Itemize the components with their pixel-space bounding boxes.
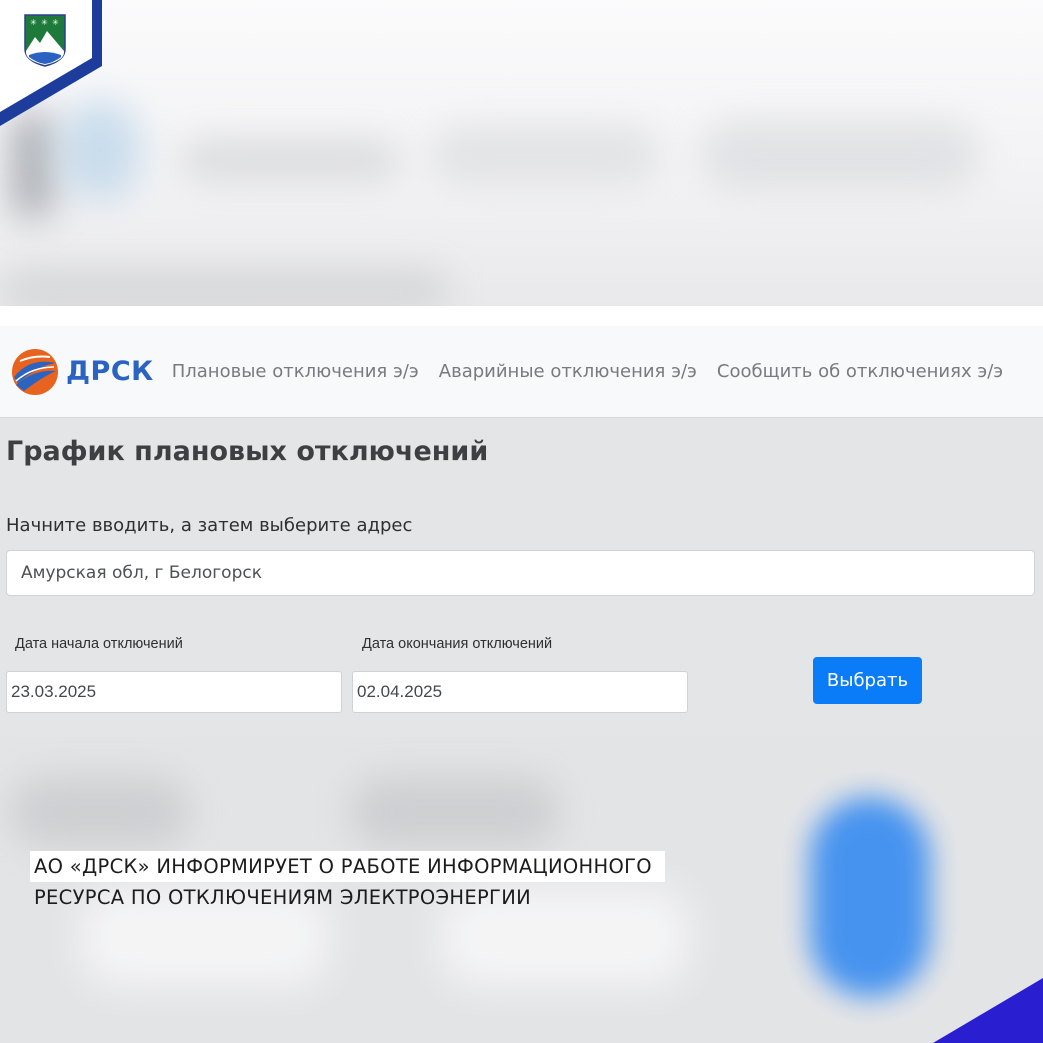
svg-text:✳: ✳ bbox=[52, 18, 59, 27]
address-input[interactable] bbox=[6, 550, 1035, 596]
brand-link[interactable]: ДРСК bbox=[10, 347, 154, 397]
svg-text:✳: ✳ bbox=[30, 18, 37, 27]
end-date-input[interactable] bbox=[352, 671, 688, 713]
nav-link-planned-outages[interactable]: Плановые отключения э/э bbox=[172, 361, 419, 382]
blurred-shape bbox=[430, 125, 660, 185]
blurred-shape bbox=[180, 140, 400, 180]
blurred-shape bbox=[10, 777, 190, 847]
section-divider bbox=[0, 306, 1043, 326]
blurred-shape bbox=[700, 120, 980, 190]
caption-line-1: АО «ДРСК» ИНФОРМИРУЕТ О РАБОТЕ ИНФОРМАЦИ… bbox=[30, 851, 665, 883]
corner-triangle-decoration bbox=[933, 978, 1043, 1043]
announcement-caption: АО «ДРСК» ИНФОРМИРУЕТ О РАБОТЕ ИНФОРМАЦИ… bbox=[30, 851, 665, 913]
blurred-button-shape bbox=[810, 797, 930, 997]
select-button[interactable]: Выбрать bbox=[813, 657, 922, 704]
blurred-header-background bbox=[0, 0, 1043, 306]
brand-name: ДРСК bbox=[66, 356, 154, 387]
nav-links: Плановые отключения э/э Аварийные отключ… bbox=[172, 361, 1023, 382]
coat-of-arms-icon: ✳ ✳ ✳ bbox=[24, 14, 66, 67]
blurred-shape bbox=[0, 270, 450, 306]
drsk-globe-logo-icon bbox=[12, 348, 58, 395]
start-date-label: Дата начала отключений bbox=[15, 636, 183, 652]
end-date-label: Дата окончания отключений bbox=[362, 636, 553, 652]
blurred-shape bbox=[350, 777, 560, 847]
nav-link-emergency-outages[interactable]: Аварийные отключения э/э bbox=[439, 361, 697, 382]
nav-link-report-outage[interactable]: Сообщить об отключениях э/э bbox=[717, 361, 1003, 382]
svg-text:✳: ✳ bbox=[41, 18, 48, 27]
start-date-input[interactable] bbox=[6, 671, 342, 713]
caption-line-2: РЕСУРСА ПО ОТКЛЮЧЕНИЯМ ЭЛЕКТРОЭНЕРГИИ bbox=[34, 886, 532, 910]
address-label: Начните вводить, а затем выберите адрес bbox=[6, 515, 413, 536]
page-title: График плановых отключений bbox=[6, 436, 489, 467]
navbar: ДРСК Плановые отключения э/э Аварийные о… bbox=[0, 326, 1043, 418]
